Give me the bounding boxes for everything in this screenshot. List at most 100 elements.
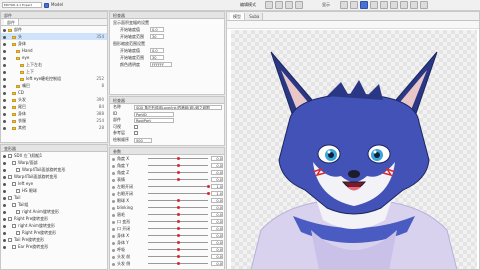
visibility-icon[interactable] [3,63,6,67]
visibility-icon[interactable] [3,189,6,193]
parameter-value-field[interactable]: 1.0 [211,184,223,189]
tab-parts[interactable]: 部件 [4,19,19,25]
visibility-icon[interactable] [3,231,6,235]
visibility-icon[interactable] [3,224,6,228]
part-row[interactable]: CD [1,89,107,96]
parameter-value-field[interactable]: 0.0 [211,170,223,175]
parameter-slider-knob[interactable] [176,213,180,216]
visibility-icon[interactable] [3,91,6,95]
parameter-value-field[interactable]: 0.0 [211,240,223,245]
deformer-row[interactable]: Ear Pre旋转变形 [1,243,107,250]
setting-value-field[interactable]: 30 [150,55,164,60]
deformer-row[interactable]: right Anim旋转变形 [1,222,107,229]
parameter-value-field[interactable]: 0.0 [211,254,223,259]
part-row[interactable]: 上下左右 [1,61,107,68]
parameter-value-field[interactable]: 0.0 [211,212,223,217]
deformer-row[interactable]: right Anim旋转变形 [1,208,107,215]
pen-icon[interactable] [370,1,378,9]
visibility-icon[interactable] [3,126,6,130]
parameter-slider-knob[interactable] [176,227,180,230]
parameter-slider-track[interactable] [148,193,208,194]
part-row[interactable]: 部件 [1,26,107,33]
parameter-slider-knob[interactable] [176,220,180,223]
parameter-slider-knob[interactable] [176,241,180,244]
deformer-row[interactable]: Warp4Tail面部旋转变形 [1,166,107,173]
deformer-row[interactable]: left eye [1,180,107,187]
deformer-row[interactable]: Warp/面部 [1,159,107,166]
visibility-icon[interactable] [3,245,6,249]
part-row[interactable]: 头 354 [1,33,107,40]
parameter-slider-knob[interactable] [176,206,180,209]
visibility-icon[interactable] [3,175,6,179]
visibility-icon[interactable] [3,196,6,200]
part-row[interactable]: eye [1,54,107,61]
visibility-icon[interactable] [3,112,6,116]
setting-value-field[interactable]: 0.0 [150,48,164,53]
parameter-value-field[interactable]: 0.0 [211,219,223,224]
part-row[interactable]: 嘴巴 8 [1,82,107,89]
parameter-value-field[interactable]: 1.0 [211,191,223,196]
parameter-slider-knob[interactable] [176,248,180,251]
alpha-field[interactable]: FFFFFF [150,62,172,67]
visibility-icon[interactable] [3,49,6,53]
part-row[interactable]: 其他 28 [1,124,107,131]
parameter-value-field[interactable]: 0.0 [211,198,223,203]
part-row[interactable]: 身体 [1,40,107,47]
parameter-value-field[interactable]: 0.0 [211,156,223,161]
visibility-icon[interactable] [3,182,6,186]
property-checkbox[interactable] [134,124,138,129]
mesh-tool-icon[interactable] [285,1,293,9]
visibility-icon[interactable] [3,154,6,158]
parameter-value-field[interactable]: 0.0 [211,163,223,168]
parameter-slider-knob[interactable] [176,199,180,202]
visibility-icon[interactable] [3,105,6,109]
part-row[interactable]: 衣服 254 [1,117,107,124]
parameter-slider-knob[interactable] [176,262,180,265]
property-field[interactable]: SDX 角左形成组Love/lnk/四格组(组)/组之组图 [134,105,222,110]
parameter-value-field[interactable]: 0.0 [211,205,223,210]
part-row[interactable]: 上下 [1,68,107,75]
visibility-icon[interactable] [3,161,6,165]
parameter-value-field[interactable]: 0.0 [211,247,223,252]
deformer-row[interactable]: Tail [1,194,107,201]
deformer-row[interactable]: Right Pre旋转变形 [1,215,107,222]
deformer-row[interactable]: Right Pre旋转变形 [1,229,107,236]
lock-icon[interactable] [400,1,408,9]
part-row[interactable]: 尾巴 84 [1,103,107,110]
model-mode-label[interactable]: Model [44,2,64,8]
parameter-value-field[interactable]: 0.0 [211,177,223,182]
part-row[interactable]: left eye睫毛控制组 252 [1,75,107,82]
setting-value-field[interactable]: 30 [150,34,164,39]
tab-file[interactable]: Suba [246,13,264,20]
eye-icon[interactable] [350,1,358,9]
parameter-value-field[interactable]: 0.0 [211,233,223,238]
parameter-value-field[interactable]: 0.0 [211,261,223,266]
visibility-icon[interactable] [3,168,6,172]
property-field[interactable]: PartID [134,111,174,117]
parameter-value-field[interactable]: 0.0 [211,226,223,231]
grid-icon[interactable] [410,1,418,9]
parameter-slider-knob[interactable] [176,234,180,237]
parameter-slider-knob[interactable] [206,192,210,195]
visibility-icon[interactable] [3,77,6,81]
setting-value-field[interactable]: 0.0 [150,27,164,32]
deformer-row[interactable]: Tail Pre旋转变形 [1,236,107,243]
visibility-icon[interactable] [3,35,6,39]
visibility-icon[interactable] [3,56,6,60]
arrow-tool-icon[interactable] [265,1,273,9]
parameter-slider-knob[interactable] [176,171,180,174]
visibility-icon[interactable] [3,217,6,221]
visibility-icon[interactable] [3,84,6,88]
part-row[interactable]: 身体 388 [1,110,107,117]
link-icon[interactable] [390,1,398,9]
tab-model[interactable]: 模型 [230,13,245,20]
parameter-slider-knob[interactable] [176,164,180,167]
select-icon[interactable] [360,1,368,9]
property-checkbox[interactable] [134,131,138,135]
transform-tool-icon[interactable] [275,1,283,9]
brush-tool-icon[interactable] [295,1,303,9]
property-field[interactable]: RootPart [134,118,174,123]
part-row[interactable]: Hand [1,47,107,54]
parameter-slider-knob[interactable] [176,255,180,258]
settings-icon[interactable] [420,1,428,9]
